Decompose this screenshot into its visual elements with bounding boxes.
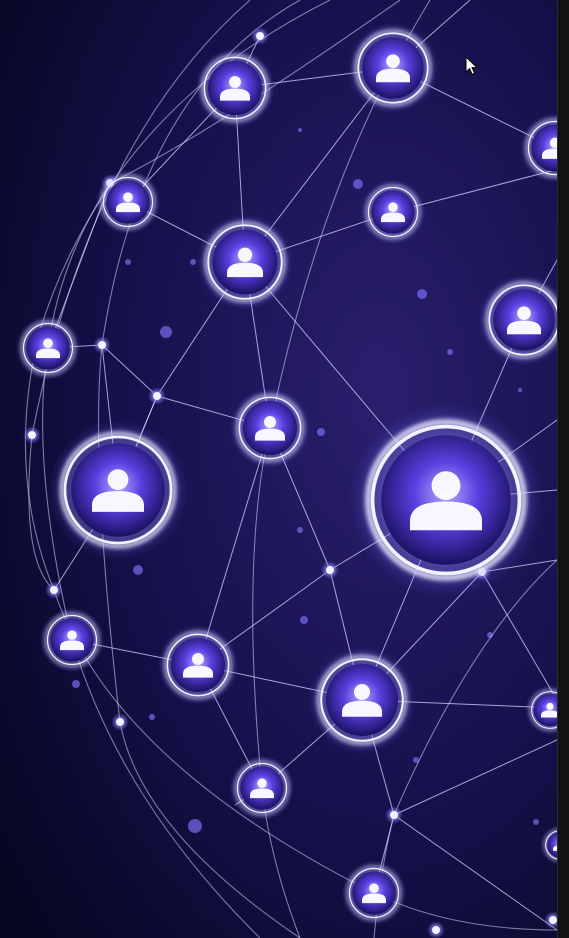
node-core [381, 435, 511, 565]
person-body [36, 348, 60, 359]
network-globe-image [0, 0, 557, 938]
mouse-pointer-icon [465, 56, 479, 76]
background-dot [133, 565, 143, 575]
person-node [47, 419, 189, 561]
person-body [60, 640, 84, 651]
background-dot [353, 179, 363, 189]
person-body [381, 212, 405, 223]
background-dot [447, 349, 453, 355]
person-node [157, 624, 239, 706]
person-body [410, 501, 482, 531]
person-body [250, 788, 274, 799]
person-body [362, 893, 386, 904]
junction-point [432, 926, 440, 934]
background-dot [149, 714, 155, 720]
background-dot [533, 819, 539, 825]
background-dot [518, 388, 522, 392]
person-head [192, 653, 204, 665]
junction-point [549, 916, 557, 924]
junction-point [50, 586, 58, 594]
person-node [347, 22, 439, 114]
junction-point [28, 431, 36, 439]
person-body [183, 665, 213, 678]
image-viewer [0, 0, 569, 938]
background-dot [125, 259, 131, 265]
person-body [376, 68, 410, 83]
person-head [386, 54, 400, 68]
background-dot [190, 259, 196, 265]
person-head [517, 306, 531, 321]
person-head [257, 778, 267, 788]
junction-point [390, 811, 398, 819]
node-core [106, 180, 150, 224]
background-dot [188, 819, 202, 833]
person-head [123, 192, 133, 202]
person-node [15, 315, 81, 381]
person-head [264, 416, 276, 428]
background-dot [300, 616, 308, 624]
person-node [348, 402, 544, 598]
node-core [371, 190, 415, 234]
person-body [227, 262, 263, 278]
person-node [39, 607, 105, 673]
junction-point [256, 32, 264, 40]
person-head [107, 469, 129, 490]
background-dot [317, 428, 325, 436]
person-head [237, 247, 253, 262]
person-head [388, 202, 398, 212]
background-dot [72, 680, 80, 688]
person-head [67, 630, 77, 640]
junction-point [98, 341, 106, 349]
background-dot [160, 326, 172, 338]
person-body [255, 428, 285, 441]
junction-point [116, 718, 124, 726]
person-head [354, 684, 370, 700]
person-head [369, 883, 379, 893]
viewer-right-edge [557, 0, 569, 938]
person-node [196, 213, 294, 311]
person-body [92, 491, 144, 512]
background-dot [297, 527, 303, 533]
person-node [308, 646, 416, 754]
person-head [229, 76, 241, 88]
person-node [194, 47, 276, 129]
background-dot [298, 128, 302, 132]
person-head [431, 471, 461, 500]
person-node [229, 387, 311, 469]
person-body [342, 700, 382, 717]
person-body [116, 202, 140, 213]
person-node [229, 755, 295, 821]
person-node [360, 179, 426, 245]
person-head [43, 338, 53, 349]
person-body [220, 88, 250, 101]
person-node [95, 169, 161, 235]
person-node [341, 860, 407, 926]
background-dot [417, 289, 427, 299]
junction-point [153, 392, 161, 400]
junction-point [326, 566, 334, 574]
person-body [507, 320, 541, 335]
person-head [546, 702, 554, 711]
